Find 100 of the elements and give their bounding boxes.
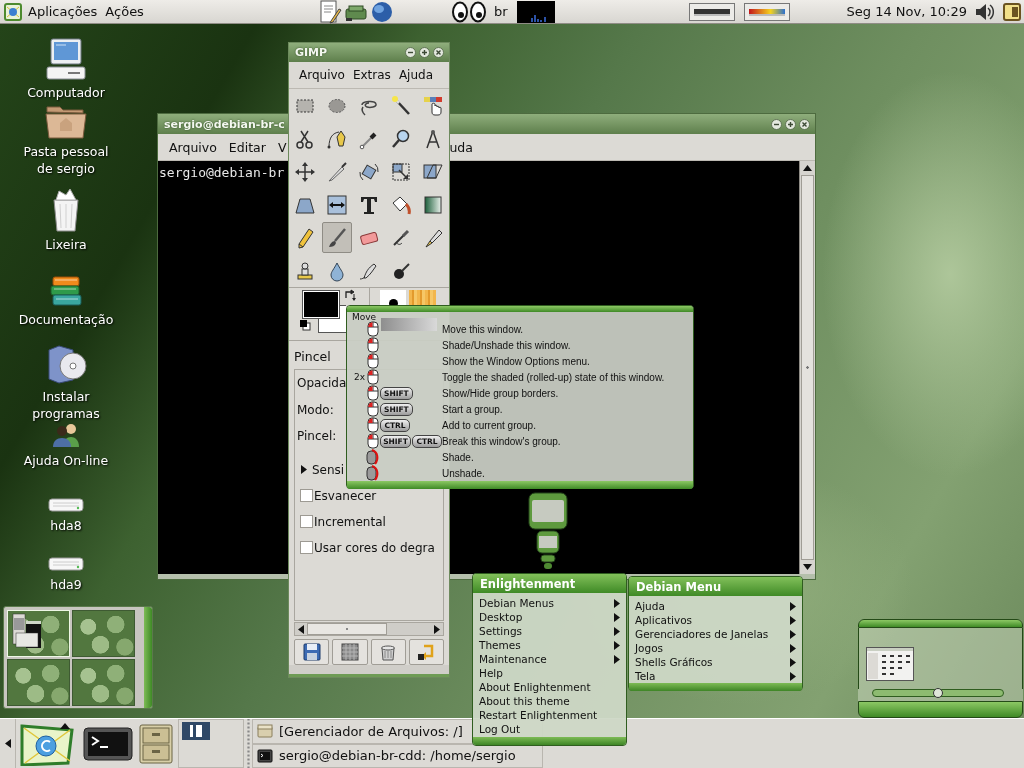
folder-icon[interactable] [45, 103, 87, 139]
icon-label[interactable]: Instalar programas [16, 388, 116, 422]
reset-button[interactable] [408, 639, 444, 665]
globe-icon[interactable] [369, 0, 394, 24]
maximize-button[interactable] [419, 47, 430, 58]
vertical-scrollbar[interactable] [799, 161, 815, 574]
scrollbar-thumb[interactable] [933, 688, 943, 698]
down-arrow-icon[interactable] [803, 564, 812, 570]
checkbox-label[interactable]: Usar cores do degra [314, 540, 435, 555]
box-and-disc-icon[interactable] [45, 344, 87, 384]
system-monitor-graph[interactable] [516, 0, 555, 23]
icon-label[interactable]: hda9 [50, 576, 82, 593]
submenu-arrow-icon[interactable] [614, 598, 620, 608]
menu-item[interactable]: Ajuda [629, 599, 802, 613]
submenu-arrow-icon[interactable] [790, 629, 796, 639]
menu-item[interactable]: Shells Gráficos [629, 655, 802, 669]
horizontal-scrollbar[interactable] [294, 622, 444, 636]
checkbox-label[interactable]: Incremental [314, 514, 386, 529]
submenu-arrow-icon[interactable] [614, 626, 620, 636]
expander-triangle-icon[interactable] [301, 465, 307, 474]
bar-applet-icon[interactable] [688, 2, 735, 21]
submenu-arrow-icon[interactable] [614, 654, 620, 664]
menu-item[interactable]: Debian Menus [473, 596, 626, 610]
submenu-arrow-icon[interactable] [614, 612, 620, 622]
menu-item[interactable]: Extras [348, 66, 395, 84]
menu-item[interactable]: About Enlightenment [473, 680, 626, 694]
menu-item[interactable]: Help [473, 666, 626, 680]
close-button[interactable] [433, 47, 444, 58]
drive-icon[interactable] [48, 556, 84, 572]
menu-item[interactable]: Gerenciadores de Janelas [629, 627, 802, 641]
default-colors-icon[interactable] [299, 319, 311, 331]
minimize-button[interactable] [405, 47, 416, 58]
keyboard-layout[interactable]: br [493, 4, 508, 19]
menu-item[interactable]: Settings [473, 624, 626, 638]
up-arrow-icon[interactable] [803, 165, 812, 171]
checkbox-label[interactable]: Esvanecer [314, 488, 377, 503]
menu-item[interactable]: Editar [222, 137, 272, 157]
right-arrow-icon[interactable] [434, 624, 440, 634]
clock[interactable]: Seg 14 Nov, 10:29 [843, 2, 970, 21]
submenu-arrow-icon[interactable] [790, 657, 796, 667]
icon-label[interactable]: Pasta pessoal de sergio [16, 143, 116, 177]
minimize-button[interactable] [771, 118, 782, 130]
checkbox[interactable] [300, 515, 313, 528]
trash-can-icon[interactable] [50, 188, 82, 232]
save-button[interactable] [294, 639, 330, 665]
submenu-arrow-icon[interactable] [790, 671, 796, 681]
window-switch-icon[interactable] [182, 722, 210, 740]
left-arrow-icon[interactable] [4, 739, 11, 748]
menu-item[interactable]: Themes [473, 638, 626, 652]
expander-label[interactable]: Sensi [312, 462, 345, 477]
brush-preview[interactable] [380, 290, 406, 306]
icon-label[interactable]: hda8 [50, 517, 82, 534]
icon-label[interactable]: Computador [27, 84, 105, 101]
drag-handle[interactable] [245, 719, 251, 768]
drive-icon[interactable] [48, 497, 84, 513]
gradient-applet-icon[interactable] [743, 2, 790, 21]
document-pen-icon[interactable] [317, 0, 342, 24]
submenu-arrow-icon[interactable] [614, 640, 620, 650]
left-arrow-icon[interactable] [298, 624, 304, 634]
books-icon[interactable] [49, 275, 83, 307]
panel-menu-button[interactable]: Ações [101, 2, 148, 21]
delete-button[interactable] [370, 639, 406, 665]
swirl-logo-icon[interactable] [4, 2, 22, 21]
notepad-icon[interactable] [1002, 2, 1021, 21]
menu-item[interactable]: Arquivo [295, 66, 349, 84]
submenu-arrow-icon[interactable] [790, 601, 796, 611]
desktop-thumbnail[interactable] [72, 659, 135, 706]
menu-item[interactable]: uda [449, 137, 479, 157]
scrollbar-thumb[interactable] [801, 175, 814, 560]
menu-item[interactable]: Restart Enlightenment [473, 708, 626, 722]
scrollbar-thumb[interactable] [307, 623, 387, 635]
menu-item[interactable]: About this theme [473, 694, 626, 708]
maximize-button[interactable] [785, 118, 796, 130]
submenu-arrow-icon[interactable] [790, 643, 796, 653]
submenu-arrow-icon[interactable] [790, 615, 796, 625]
eyes-icon[interactable] [451, 0, 486, 23]
iconbox-scrollbar[interactable] [872, 689, 1004, 697]
icon-label[interactable]: Documentação [18, 311, 114, 328]
menu-item[interactable]: Ajuda [394, 66, 437, 84]
desktop-thumbnail[interactable] [72, 610, 135, 657]
menu-item[interactable]: V [271, 137, 287, 157]
menu-item[interactable]: Aplicativos [629, 613, 802, 627]
panel-menu-button[interactable]: Aplicações [24, 2, 102, 21]
speaker-icon[interactable] [973, 1, 996, 22]
swap-arrows-icon[interactable] [344, 289, 356, 301]
window-thumbnail[interactable] [866, 647, 914, 681]
icon-label[interactable]: Lixeira [45, 236, 87, 253]
menu-item[interactable]: Arquivo [163, 137, 223, 157]
restore-button[interactable] [332, 639, 368, 665]
menu-item[interactable]: Jogos [629, 641, 802, 655]
checkbox[interactable] [300, 489, 313, 502]
checkbox[interactable] [300, 541, 313, 554]
menu-item[interactable]: Maintenance [473, 652, 626, 666]
two-people-icon[interactable] [52, 422, 80, 448]
menu-item[interactable]: Tela [629, 669, 802, 683]
foreground-color-swatch[interactable] [303, 291, 339, 318]
close-button[interactable] [799, 118, 810, 130]
menu-item[interactable]: Desktop [473, 610, 626, 624]
icon-label[interactable]: Ajuda On-line [23, 452, 109, 469]
computer-icon[interactable] [46, 38, 86, 80]
